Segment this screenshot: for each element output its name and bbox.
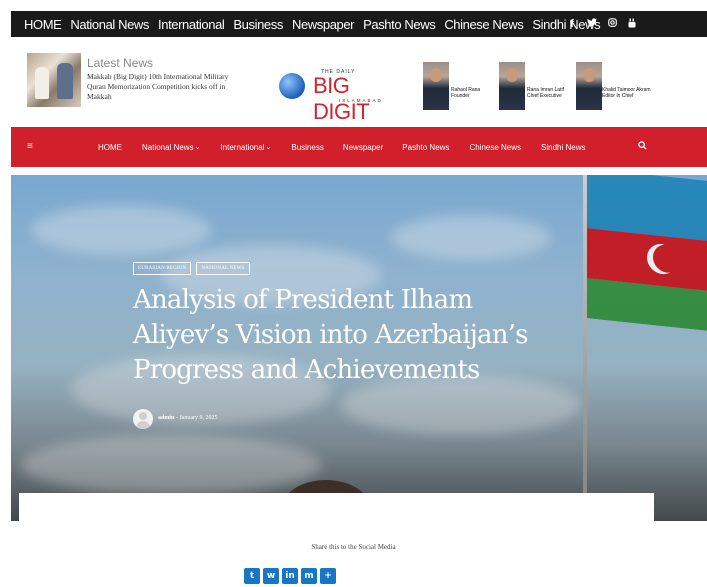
youtube-icon[interactable] (627, 18, 637, 31)
page: HOME National News International Busines… (0, 0, 707, 587)
content-card (19, 493, 654, 533)
globe-icon (279, 73, 305, 99)
latest-news-title: Latest News (87, 56, 154, 70)
top-nav-pashto-news[interactable]: Pashto News (363, 17, 436, 32)
editor-caption: Khalid Taimoor Akram Editor in Chief (602, 87, 651, 99)
tag-national-news[interactable]: NATIONAL NEWS (196, 262, 250, 275)
nav-item-chinese-news[interactable]: Chinese News (469, 143, 521, 152)
latest-news-headline[interactable]: Makkah (Big Digit) 10th International Mi… (87, 72, 237, 102)
twitter-share-icon[interactable]: t (244, 568, 260, 584)
site-header: Latest News Makkah (Big Digit) 10th Inte… (11, 37, 707, 127)
nav-item-pashto-news[interactable]: Pashto News (402, 143, 449, 152)
main-nav-items: HOME National News ⌄ International ⌄ Bus… (98, 127, 585, 167)
top-nav-national-news[interactable]: National News (70, 17, 149, 32)
publish-date: January 9, 2025 (179, 415, 218, 421)
chevron-down-icon[interactable]: ⌄ (265, 143, 271, 151)
article-meta: admin - January 9, 2025 (158, 415, 218, 421)
chevron-down-icon[interactable]: ⌄ (195, 143, 201, 151)
editor-role: Editor in Chief (602, 93, 634, 99)
linkedin-share-icon[interactable]: in (282, 568, 298, 584)
chief-executive-role: Chief Executive (527, 93, 562, 99)
site-logo[interactable]: THE DAILY BIG DIGIT ISLAMABAD (279, 69, 409, 124)
messenger-share-icon[interactable]: m (301, 568, 317, 584)
top-nav-business[interactable]: Business (233, 17, 283, 32)
hero-banner: EURASIAN REGION NATIONAL NEWS Analysis o… (11, 175, 707, 521)
hamburger-menu-icon[interactable]: ≡ (27, 141, 33, 152)
share-label: Share this to the Social Media (311, 543, 396, 551)
top-bar: HOME National News International Busines… (11, 11, 707, 37)
meta-separator: - (175, 415, 178, 421)
top-nav-home[interactable]: HOME (24, 17, 62, 32)
nav-item-newspaper[interactable]: Newspaper (343, 143, 383, 152)
article-title: Analysis of President Ilham Aliyev’s Vis… (133, 285, 529, 385)
top-social: f (567, 11, 637, 37)
founder-role: Founder (451, 93, 470, 99)
whatsapp-share-icon[interactable]: w (263, 568, 279, 584)
editor-photo (576, 62, 602, 110)
logo-city: ISLAMABAD (339, 98, 383, 103)
top-nav: HOME National News International Busines… (11, 17, 609, 32)
top-nav-newspaper[interactable]: Newspaper (292, 17, 355, 32)
founder-caption: Rahaol Rana Founder (451, 87, 480, 99)
chief-executive-photo (499, 62, 525, 110)
top-nav-chinese-news[interactable]: Chinese News (444, 17, 523, 32)
tag-eurasian-region[interactable]: EURASIAN REGION (133, 262, 192, 275)
nav-item-home[interactable]: HOME (98, 143, 122, 152)
facebook-icon[interactable]: f (567, 18, 577, 30)
twitter-icon[interactable] (587, 18, 597, 30)
main-nav: ≡ HOME National News ⌄ International ⌄ B… (11, 127, 707, 167)
share-icons: t w in m + (244, 568, 336, 584)
chief-executive-caption: Rana Imran Latif Chief Executive (527, 87, 564, 99)
founder-photo (423, 62, 449, 110)
author-avatar[interactable] (133, 409, 153, 429)
instagram-icon[interactable] (607, 18, 617, 30)
nav-item-national-news[interactable]: National News (142, 143, 194, 152)
add-share-icon[interactable]: + (320, 568, 336, 584)
top-nav-international[interactable]: International (158, 17, 225, 32)
nav-item-international[interactable]: International (220, 143, 264, 152)
author-name[interactable]: admin (158, 415, 174, 421)
latest-news-thumbnail[interactable] (27, 53, 81, 107)
nav-item-sindhi-news[interactable]: Sindhi News (541, 143, 585, 152)
search-icon[interactable] (638, 141, 647, 152)
nav-item-business[interactable]: Business (291, 143, 323, 152)
article-tags: EURASIAN REGION NATIONAL NEWS (133, 262, 250, 275)
